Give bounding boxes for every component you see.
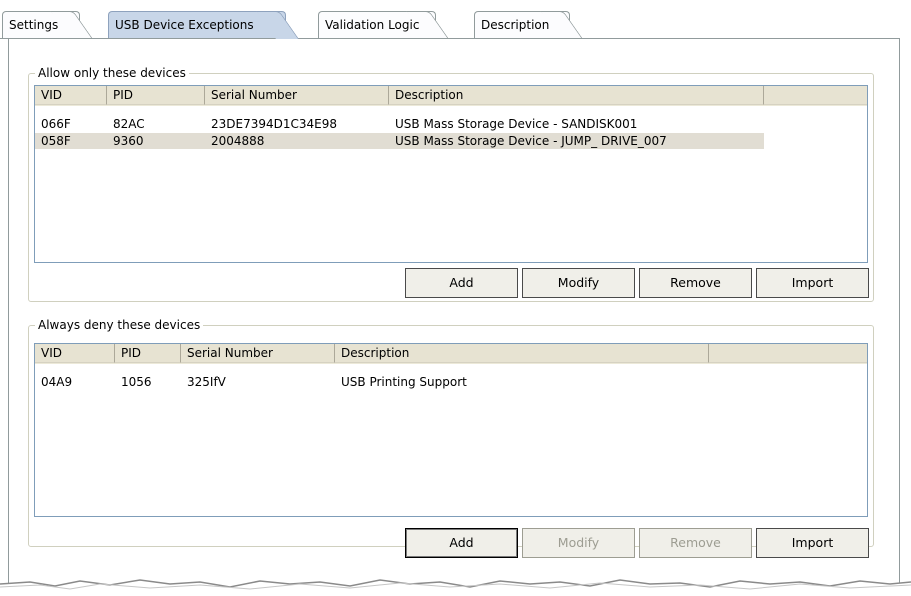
row-pid: 1056 [121, 375, 152, 389]
allow-col-vid[interactable]: VID [35, 86, 107, 105]
tab-validation-logic-label: Validation Logic [325, 18, 420, 32]
deny-col-pid[interactable]: PID [115, 344, 181, 363]
deny-devices-group-label: Always deny these devices [35, 317, 204, 333]
tab-description-label: Description [481, 18, 550, 32]
torn-edge-decoration [0, 579, 911, 596]
allow-devices-list[interactable]: VID PID Serial Number Description 066F 8… [34, 85, 868, 263]
allow-import-button[interactable]: Import [756, 268, 869, 298]
deny-devices-list[interactable]: VID PID Serial Number Description 04A9 1… [34, 343, 868, 517]
frame-right-border [899, 39, 900, 584]
tab-validation-logic[interactable]: Validation Logic [318, 11, 449, 39]
deny-list-header: VID PID Serial Number Description [35, 344, 867, 364]
tab-description[interactable]: Description [474, 11, 583, 39]
row-vid: 058F [41, 134, 71, 148]
deny-import-button[interactable]: Import [756, 528, 869, 558]
allow-col-extra [764, 86, 867, 105]
tab-usb-device-exceptions[interactable]: USB Device Exceptions [108, 11, 299, 39]
deny-add-button[interactable]: Add [405, 528, 518, 558]
row-description: USB Mass Storage Device - JUMP_ DRIVE_00… [395, 134, 667, 148]
tab-strip: Settings USB Device Exceptions Validatio… [0, 0, 911, 40]
allow-col-description[interactable]: Description [389, 86, 764, 105]
tab-settings[interactable]: Settings [2, 11, 93, 39]
row-vid: 066F [41, 117, 71, 131]
table-row[interactable]: 066F 82AC 23DE7394D1C34E98 USB Mass Stor… [35, 116, 867, 132]
row-description: USB Printing Support [341, 375, 467, 389]
frame-left-border [8, 39, 9, 584]
deny-remove-button[interactable]: Remove [639, 528, 752, 558]
deny-col-description[interactable]: Description [335, 344, 709, 363]
usb-device-exceptions-panel: Settings USB Device Exceptions Validatio… [0, 0, 911, 596]
table-row-selected[interactable]: 058F 9360 2004888 USB Mass Storage Devic… [35, 133, 867, 149]
row-serial: 2004888 [211, 134, 265, 148]
allow-col-pid[interactable]: PID [107, 86, 205, 105]
deny-col-serial-number[interactable]: Serial Number [181, 344, 335, 363]
allow-add-button[interactable]: Add [405, 268, 518, 298]
row-serial: 325IfV [187, 375, 226, 389]
row-vid: 04A9 [41, 375, 73, 389]
tab-settings-label: Settings [9, 18, 59, 32]
table-row[interactable]: 04A9 1056 325IfV USB Printing Support [35, 374, 867, 390]
allow-remove-button[interactable]: Remove [639, 268, 752, 298]
tab-baseline [0, 38, 900, 39]
tab-usb-device-exceptions-label: USB Device Exceptions [115, 18, 254, 32]
row-pid: 9360 [113, 134, 144, 148]
allow-modify-button[interactable]: Modify [522, 268, 635, 298]
allow-col-serial-number[interactable]: Serial Number [205, 86, 389, 105]
deny-col-extra [709, 344, 867, 363]
row-description: USB Mass Storage Device - SANDISK001 [395, 117, 638, 131]
allow-devices-group-label: Allow only these devices [35, 65, 189, 81]
row-serial: 23DE7394D1C34E98 [211, 117, 338, 131]
row-pid: 82AC [113, 117, 145, 131]
deny-modify-button[interactable]: Modify [522, 528, 635, 558]
deny-col-vid[interactable]: VID [35, 344, 115, 363]
allow-list-header: VID PID Serial Number Description [35, 86, 867, 106]
